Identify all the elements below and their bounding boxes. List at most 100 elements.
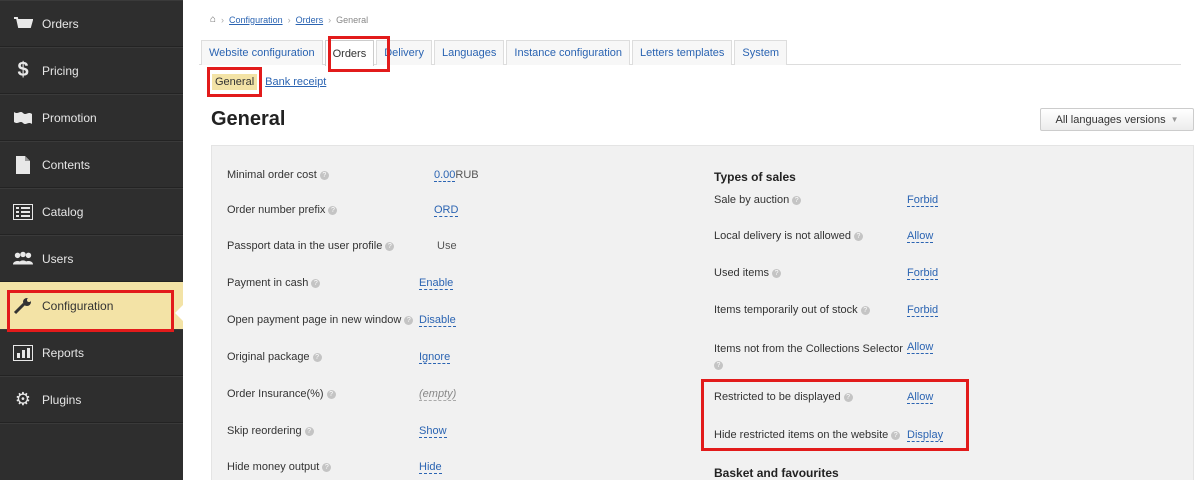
tab-system[interactable]: System xyxy=(734,40,788,65)
setting-row: Hide money output? Hide xyxy=(227,461,442,474)
setting-row: Order Insurance(%)? (empty) xyxy=(227,388,457,401)
sidebar-item-orders[interactable]: Orders xyxy=(0,0,183,47)
help-icon[interactable]: ? xyxy=(792,195,802,205)
help-icon[interactable]: ? xyxy=(404,315,414,325)
setting-value[interactable]: Display xyxy=(907,429,944,442)
tab-bar: Website configuration Orders Delivery La… xyxy=(199,40,1181,66)
languages-dropdown[interactable]: All languages versions ▼ xyxy=(1040,108,1194,131)
flag-icon xyxy=(13,109,33,127)
setting-row: Hide restricted items on the website? Di… xyxy=(714,429,944,442)
setting-value[interactable]: Forbid xyxy=(907,194,939,207)
help-icon[interactable]: ? xyxy=(385,241,395,251)
help-icon[interactable]: ? xyxy=(891,430,901,440)
dollar-icon: $ xyxy=(17,59,29,81)
subtab-bar: General Bank receipt xyxy=(212,74,326,90)
setting-row: Payment in cash? Enable xyxy=(227,277,454,290)
help-icon[interactable]: ? xyxy=(312,352,322,362)
help-icon[interactable]: ? xyxy=(714,360,723,370)
setting-label: Local delivery is not allowed xyxy=(714,230,851,242)
help-icon[interactable]: ? xyxy=(322,462,332,472)
subtab-bank-receipt[interactable]: Bank receipt xyxy=(265,76,326,88)
help-icon[interactable]: ? xyxy=(319,170,329,180)
setting-row: Passport data in the user profile? Use xyxy=(227,240,457,252)
setting-value[interactable]: Ignore xyxy=(419,351,451,364)
sidebar: Orders $ Pricing Promotion Contents Cata… xyxy=(0,0,183,480)
setting-value: Use xyxy=(437,240,457,252)
cart-icon xyxy=(13,15,33,33)
setting-label: Hide restricted items on the website xyxy=(714,429,889,441)
sidebar-item-contents[interactable]: Contents xyxy=(0,141,183,188)
setting-value[interactable]: Allow xyxy=(907,341,934,354)
tab-delivery[interactable]: Delivery xyxy=(376,40,432,65)
setting-label: Restricted to be displayed xyxy=(714,391,841,403)
sidebar-item-label: Users xyxy=(42,251,74,266)
setting-value[interactable]: Allow xyxy=(907,230,934,243)
setting-row: Items temporarily out of stock? Forbid xyxy=(714,304,939,317)
breadcrumb: ⌂ › Configuration › Orders › General xyxy=(210,14,369,25)
setting-value[interactable]: Allow xyxy=(907,391,934,404)
setting-label: Hide money output xyxy=(227,461,320,473)
sidebar-item-users[interactable]: Users xyxy=(0,235,183,282)
setting-value[interactable]: Show xyxy=(419,425,447,438)
help-icon[interactable]: ? xyxy=(311,278,321,288)
setting-value[interactable]: ORD xyxy=(434,204,459,217)
sidebar-item-configuration[interactable]: Configuration xyxy=(0,282,183,329)
help-icon[interactable]: ? xyxy=(853,231,863,241)
setting-label: Payment in cash xyxy=(227,277,309,289)
setting-row: Sale by auction? Forbid xyxy=(714,194,939,207)
sidebar-item-label: Reports xyxy=(42,345,85,360)
help-icon[interactable]: ? xyxy=(326,389,336,399)
help-icon[interactable]: ? xyxy=(328,205,338,215)
setting-value[interactable]: Hide xyxy=(419,461,442,474)
sidebar-item-plugins[interactable]: ⚙ Plugins xyxy=(0,376,183,423)
sidebar-item-label: Promotion xyxy=(42,110,97,125)
bar-chart-icon xyxy=(13,344,33,362)
help-icon[interactable]: ? xyxy=(843,392,853,402)
help-icon[interactable]: ? xyxy=(304,426,314,436)
sidebar-item-label: Orders xyxy=(42,16,79,31)
tab-languages[interactable]: Languages xyxy=(433,40,505,65)
setting-row: Used items? Forbid xyxy=(714,267,939,280)
setting-value[interactable]: 0.00 xyxy=(434,169,456,182)
setting-label: Order Insurance(%) xyxy=(227,388,324,400)
setting-label: Open payment page in new window xyxy=(227,314,402,326)
setting-label: Items not from the Collections Selector xyxy=(714,343,903,355)
setting-label: Original package xyxy=(227,351,310,363)
setting-row: Original package? Ignore xyxy=(227,351,451,364)
breadcrumb-configuration[interactable]: Configuration xyxy=(229,15,283,25)
setting-value[interactable]: Disable xyxy=(419,314,456,327)
tab-letters-templates[interactable]: Letters templates xyxy=(632,40,733,65)
tab-instance-configuration[interactable]: Instance configuration xyxy=(506,40,631,65)
page-title: General xyxy=(211,108,286,130)
setting-row: Minimal order cost? 0.00 RUB xyxy=(227,169,479,182)
subtab-general[interactable]: General xyxy=(212,74,258,90)
setting-unit: RUB xyxy=(455,169,479,181)
tab-orders[interactable]: Orders xyxy=(324,40,375,66)
setting-label: Passport data in the user profile xyxy=(227,240,383,252)
help-icon[interactable]: ? xyxy=(772,268,782,278)
app-window: Orders $ Pricing Promotion Contents Cata… xyxy=(0,0,1199,480)
sidebar-item-pricing[interactable]: $ Pricing xyxy=(0,47,183,94)
setting-value[interactable]: Forbid xyxy=(907,267,939,280)
sidebar-item-catalog[interactable]: Catalog xyxy=(0,188,183,235)
tab-website-configuration[interactable]: Website configuration xyxy=(201,40,323,65)
users-icon xyxy=(13,250,33,268)
setting-row: Order number prefix? ORD xyxy=(227,204,459,217)
sidebar-item-reports[interactable]: Reports xyxy=(0,329,183,376)
setting-row: Items not from the Collections Selector?… xyxy=(714,341,934,373)
help-icon[interactable]: ? xyxy=(860,305,870,315)
setting-row: Open payment page in new window? Disable xyxy=(227,314,456,327)
sidebar-item-label: Plugins xyxy=(42,392,82,407)
setting-label: Items temporarily out of stock xyxy=(714,304,858,316)
setting-value[interactable]: Enable xyxy=(419,277,454,290)
setting-row: Restricted to be displayed? Allow xyxy=(714,391,934,404)
setting-value[interactable]: Forbid xyxy=(907,304,939,317)
section-heading-basket-favourites: Basket and favourites xyxy=(714,466,839,480)
breadcrumb-orders[interactable]: Orders xyxy=(296,15,324,25)
setting-value[interactable]: (empty) xyxy=(419,388,457,401)
sidebar-item-promotion[interactable]: Promotion xyxy=(0,94,183,141)
sidebar-item-label: Contents xyxy=(42,157,91,172)
setting-label: Skip reordering xyxy=(227,425,302,437)
home-icon[interactable]: ⌂ xyxy=(210,14,216,25)
setting-label: Used items xyxy=(714,267,770,279)
